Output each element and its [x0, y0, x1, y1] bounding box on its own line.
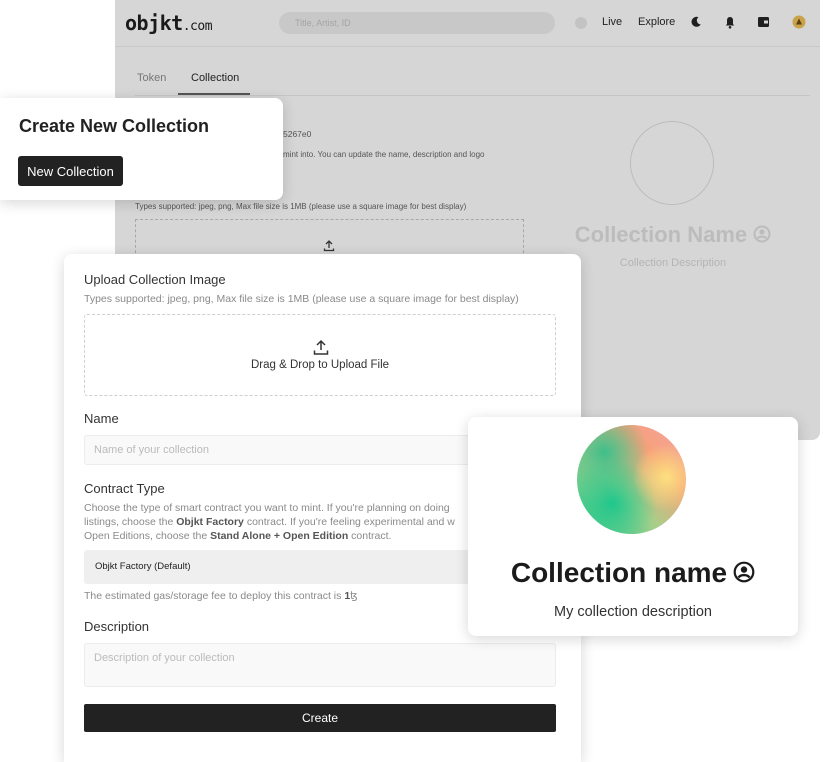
collection-preview-image — [577, 425, 686, 534]
upload-dropzone[interactable]: Drag & Drop to Upload File — [84, 314, 556, 396]
tab-collection[interactable]: Collection — [191, 72, 239, 84]
upload-icon — [313, 339, 329, 355]
nav-live[interactable]: Live — [602, 16, 622, 28]
collection-preview-card: Collection name My collection descriptio… — [468, 417, 798, 636]
upload-types-text: Types supported: jpeg, png, Max file siz… — [84, 293, 519, 305]
background-intro-fragment: mint into. You can update the name, desc… — [283, 150, 485, 159]
status-dot — [575, 17, 587, 29]
deploy-fee-text: The estimated gas/storage fee to deploy … — [84, 590, 358, 602]
create-collection-card: Create New Collection New Collection — [0, 98, 283, 200]
background-types-text: Types supported: jpeg, png, Max file siz… — [135, 202, 467, 211]
background-preview-image — [630, 121, 714, 205]
nav-explore[interactable]: Explore — [638, 16, 675, 28]
collection-preview-name: Collection name — [468, 557, 798, 589]
top-navbar: objkt.com Title, Artist, ID Live Explore — [115, 0, 820, 47]
contract-type-label: Contract Type — [84, 481, 165, 496]
avatar-icon[interactable] — [789, 12, 809, 32]
user-circle-icon — [753, 225, 771, 243]
background-address-fragment: 5267e0 — [283, 129, 312, 139]
tab-token[interactable]: Token — [137, 72, 166, 84]
search-input[interactable]: Title, Artist, ID — [279, 12, 555, 34]
create-collection-title: Create New Collection — [19, 116, 210, 136]
upload-label: Upload Collection Image — [84, 272, 226, 287]
name-label: Name — [84, 411, 119, 426]
description-label: Description — [84, 619, 150, 634]
background-preview-description: Collection Description — [619, 257, 727, 269]
new-collection-button[interactable]: New Collection — [18, 156, 123, 186]
background-preview-name: Collection Name — [555, 222, 791, 248]
tab-divider — [135, 95, 810, 96]
moon-icon[interactable] — [686, 12, 706, 32]
collection-preview-description: My collection description — [554, 604, 712, 620]
objkt-logo[interactable]: objkt.com — [125, 11, 213, 35]
wallet-icon[interactable] — [753, 12, 773, 32]
create-button[interactable]: Create — [84, 704, 556, 732]
bell-icon[interactable] — [720, 12, 740, 32]
upload-icon — [323, 240, 335, 252]
user-circle-icon — [733, 561, 755, 583]
upload-cta: Drag & Drop to Upload File — [250, 359, 390, 371]
description-field[interactable]: Description of your collection — [84, 643, 556, 687]
